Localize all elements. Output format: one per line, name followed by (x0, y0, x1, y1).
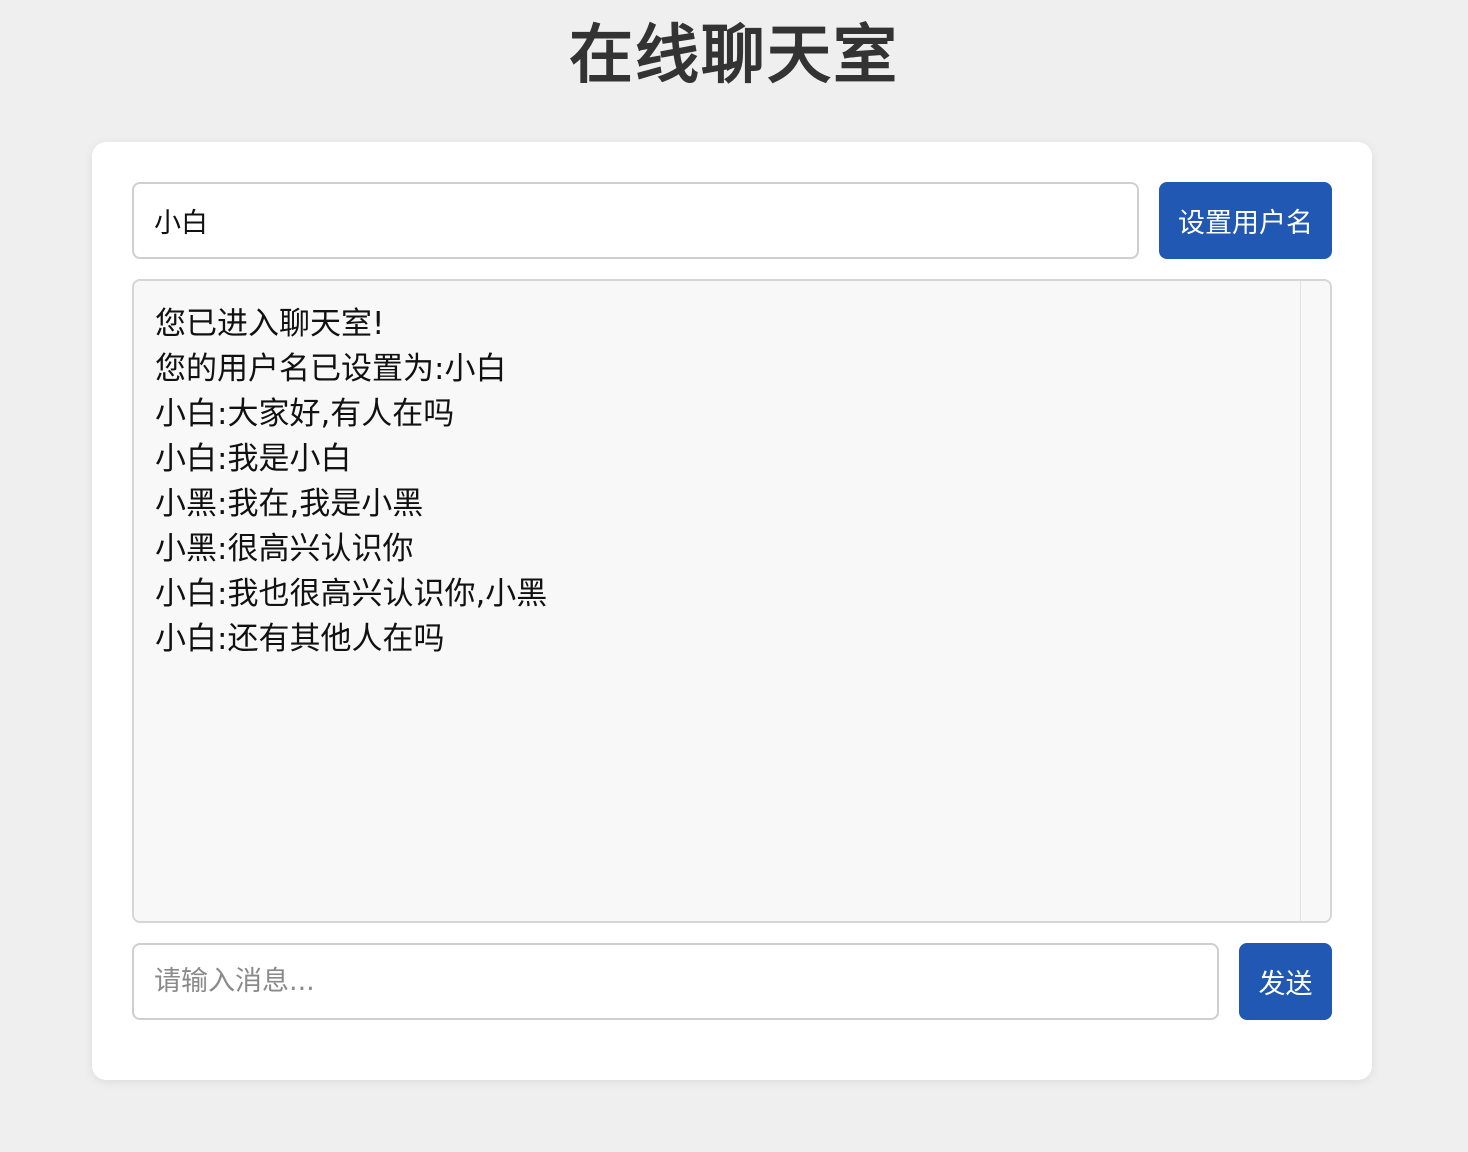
chat-message: 小黑:我在,我是小黑 (155, 486, 424, 522)
chat-message: 小白:还有其他人在吗 (155, 621, 445, 657)
chat-scrollbar[interactable] (1300, 281, 1330, 921)
chat-message: 小白:大家好,有人在吗 (155, 396, 455, 432)
chat-message-list: 您已进入聊天室! 您的用户名已设置为:小白 小白:大家好,有人在吗 小白:我是小… (155, 302, 1290, 911)
set-username-button[interactable]: 设置用户名 (1159, 182, 1332, 259)
send-button[interactable]: 发送 (1239, 943, 1332, 1020)
message-input[interactable] (132, 943, 1219, 1020)
username-input[interactable] (132, 182, 1139, 259)
chat-log[interactable]: 您已进入聊天室! 您的用户名已设置为:小白 小白:大家好,有人在吗 小白:我是小… (132, 279, 1332, 923)
chat-message: 小黑:很高兴认识你 (155, 531, 414, 567)
chat-message: 小白:我是小白 (155, 441, 352, 477)
chat-message: 您已进入聊天室! (155, 306, 385, 342)
chat-message: 您的用户名已设置为:小白 (155, 351, 507, 387)
chat-card: 设置用户名 您已进入聊天室! 您的用户名已设置为:小白 小白:大家好,有人在吗 … (92, 142, 1372, 1080)
page-title: 在线聊天室 (569, 19, 899, 93)
chat-message: 小白:我也很高兴认识你,小黑 (155, 576, 548, 612)
